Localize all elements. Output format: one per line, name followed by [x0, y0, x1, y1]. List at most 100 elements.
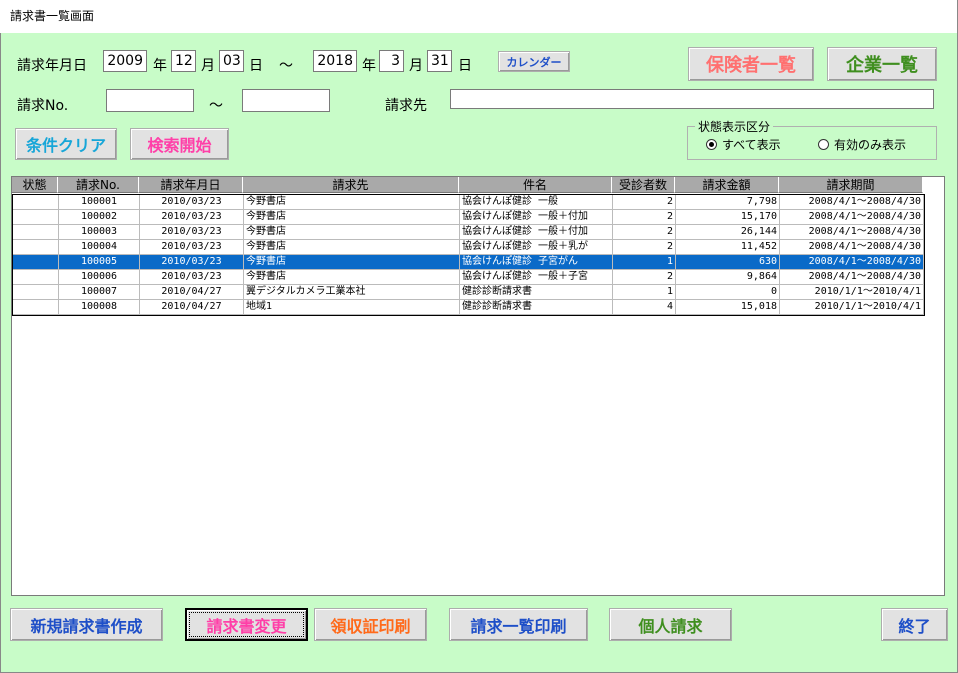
table-row[interactable]: 100001 2010/03/23 今野書店 協会けんぽ健診 一般 2 7,798 2008…	[13, 195, 924, 210]
table-row[interactable]: 100008 2010/04/27 地域1 健診診断請求書 4 15,018 2010/1/…	[13, 300, 924, 315]
from-day-unit: 日	[249, 58, 263, 74]
column-header-subject[interactable]: 件名	[459, 177, 612, 193]
table-cell-status	[13, 300, 59, 315]
receipt-print-button[interactable]: 領収証印刷	[314, 608, 427, 641]
table-cell-count: 2	[613, 225, 676, 240]
date-range-separator: ～	[279, 58, 293, 74]
table-cell-period: 2008/4/1～2008/4/30	[780, 270, 924, 285]
table-cell-date: 2010/03/23	[140, 195, 244, 210]
radio-valid-only[interactable]: 有効のみ表示	[818, 136, 906, 153]
table-cell-subject: 健診診断請求書	[460, 300, 613, 315]
table-cell-date: 2010/03/23	[140, 255, 244, 270]
table-cell-date: 2010/03/23	[140, 210, 244, 225]
from-day-input[interactable]: 03	[219, 50, 244, 72]
table-cell-status	[13, 240, 59, 255]
invoice-list-print-button[interactable]: 請求一覧印刷	[449, 608, 588, 641]
column-header-amount[interactable]: 請求金額	[675, 177, 779, 193]
column-header-customer[interactable]: 請求先	[243, 177, 459, 193]
table-cell-customer: 翼デジタルカメラ工業本社	[244, 285, 460, 300]
table-cell-subject: 協会けんぽ健診 一般＋付加	[460, 210, 613, 225]
table-cell-no: 100001	[59, 195, 140, 210]
table-cell-status	[13, 195, 59, 210]
table-cell-count: 2	[613, 240, 676, 255]
table-cell-period: 2010/1/1～2010/4/1	[780, 300, 924, 315]
table-cell-count: 4	[613, 300, 676, 315]
invoice-list-grid[interactable]: 状態 請求No. 請求年月日 請求先 件名 受診者数 請求金額 請求期間 100…	[11, 176, 945, 596]
from-month-input[interactable]: 12	[171, 50, 196, 72]
grid-header: 状態 請求No. 請求年月日 請求先 件名 受診者数 請求金額 請求期間	[12, 177, 923, 193]
customer-label: 請求先	[385, 98, 427, 114]
column-header-count[interactable]: 受診者数	[612, 177, 675, 193]
table-cell-amount: 26,144	[676, 225, 780, 240]
personal-invoice-button[interactable]: 個人請求	[609, 608, 732, 641]
insurers-list-button[interactable]: 保険者一覧	[688, 47, 814, 81]
table-row[interactable]: 100005 2010/03/23 今野書店 協会けんぽ健診 子宮がん 1 630 2008…	[13, 255, 924, 270]
grid-rows: 100001 2010/03/23 今野書店 協会けんぽ健診 一般 2 7,798 2008…	[12, 194, 925, 316]
table-cell-no: 100002	[59, 210, 140, 225]
to-month-input[interactable]: 3	[379, 50, 404, 72]
invoice-no-from-input[interactable]	[106, 89, 194, 112]
from-month-unit: 月	[201, 58, 215, 74]
to-year-input[interactable]: 2018	[313, 50, 357, 72]
table-cell-customer: 今野書店	[244, 210, 460, 225]
customer-input[interactable]	[450, 89, 934, 109]
table-cell-count: 2	[613, 270, 676, 285]
table-cell-amount: 15,170	[676, 210, 780, 225]
status-filter-title: 状態表示区分	[695, 118, 774, 135]
table-cell-count: 2	[613, 210, 676, 225]
table-cell-count: 1	[613, 285, 676, 300]
exit-button[interactable]: 終了	[881, 608, 948, 641]
table-cell-amount: 9,864	[676, 270, 780, 285]
column-header-status[interactable]: 状態	[12, 177, 58, 193]
table-row[interactable]: 100003 2010/03/23 今野書店 協会けんぽ健診 一般＋付加 2 26,144…	[13, 225, 924, 240]
new-invoice-button[interactable]: 新規請求書作成	[10, 608, 163, 641]
table-cell-customer: 今野書店	[244, 255, 460, 270]
radio-show-all[interactable]: すべて表示	[706, 136, 781, 153]
table-cell-date: 2010/03/23	[140, 240, 244, 255]
table-cell-no: 100008	[59, 300, 140, 315]
table-cell-subject: 協会けんぽ健診 一般＋子宮	[460, 270, 613, 285]
table-cell-no: 100005	[59, 255, 140, 270]
table-cell-amount: 11,452	[676, 240, 780, 255]
table-cell-count: 2	[613, 195, 676, 210]
table-row[interactable]: 100006 2010/03/23 今野書店 協会けんぽ健診 一般＋子宮 2 9,864 2…	[13, 270, 924, 285]
from-year-unit: 年	[153, 58, 167, 74]
radio-unchecked-icon	[818, 139, 829, 150]
table-cell-period: 2008/4/1～2008/4/30	[780, 225, 924, 240]
companies-list-button[interactable]: 企業一覧	[827, 47, 937, 81]
table-cell-customer: 今野書店	[244, 270, 460, 285]
column-header-date[interactable]: 請求年月日	[139, 177, 243, 193]
table-cell-customer: 今野書店	[244, 240, 460, 255]
to-month-unit: 月	[409, 58, 423, 74]
column-header-no[interactable]: 請求No.	[58, 177, 139, 193]
table-cell-count: 1	[613, 255, 676, 270]
table-cell-status	[13, 210, 59, 225]
from-year-input[interactable]: 2009	[103, 50, 147, 72]
search-start-button[interactable]: 検索開始	[130, 128, 229, 160]
radio-show-all-label: すべて表示	[722, 138, 781, 152]
table-cell-status	[13, 270, 59, 285]
table-row[interactable]: 100004 2010/03/23 今野書店 協会けんぽ健診 一般＋乳が 2 11,452…	[13, 240, 924, 255]
column-header-period[interactable]: 請求期間	[779, 177, 923, 193]
clear-conditions-button[interactable]: 条件クリア	[15, 128, 117, 160]
radio-valid-only-label: 有効のみ表示	[834, 138, 907, 152]
table-cell-period: 2008/4/1～2008/4/30	[780, 240, 924, 255]
to-day-input[interactable]: 31	[427, 50, 452, 72]
table-cell-customer: 今野書店	[244, 225, 460, 240]
table-row[interactable]: 100007 2010/04/27 翼デジタルカメラ工業本社 健診診断請求書 1 0 201…	[13, 285, 924, 300]
table-cell-status	[13, 255, 59, 270]
table-cell-status	[13, 285, 59, 300]
table-cell-subject: 協会けんぽ健診 一般	[460, 195, 613, 210]
table-cell-period: 2008/4/1～2008/4/30	[780, 195, 924, 210]
invoice-no-to-input[interactable]	[242, 89, 330, 112]
calendar-button[interactable]: カレンダー	[498, 51, 570, 72]
table-cell-subject: 健診診断請求書	[460, 285, 613, 300]
table-cell-customer: 今野書店	[244, 195, 460, 210]
to-day-unit: 日	[458, 58, 472, 74]
main-panel: 請求年月日 2009 年 12 月 03 日 ～ 2018 年 3 月 31 日…	[0, 33, 958, 673]
table-cell-date: 2010/04/27	[140, 300, 244, 315]
edit-invoice-button[interactable]: 請求書変更	[185, 608, 308, 641]
no-range-separator: ～	[209, 98, 223, 114]
table-cell-amount: 15,018	[676, 300, 780, 315]
table-row[interactable]: 100002 2010/03/23 今野書店 協会けんぽ健診 一般＋付加 2 15,170…	[13, 210, 924, 225]
